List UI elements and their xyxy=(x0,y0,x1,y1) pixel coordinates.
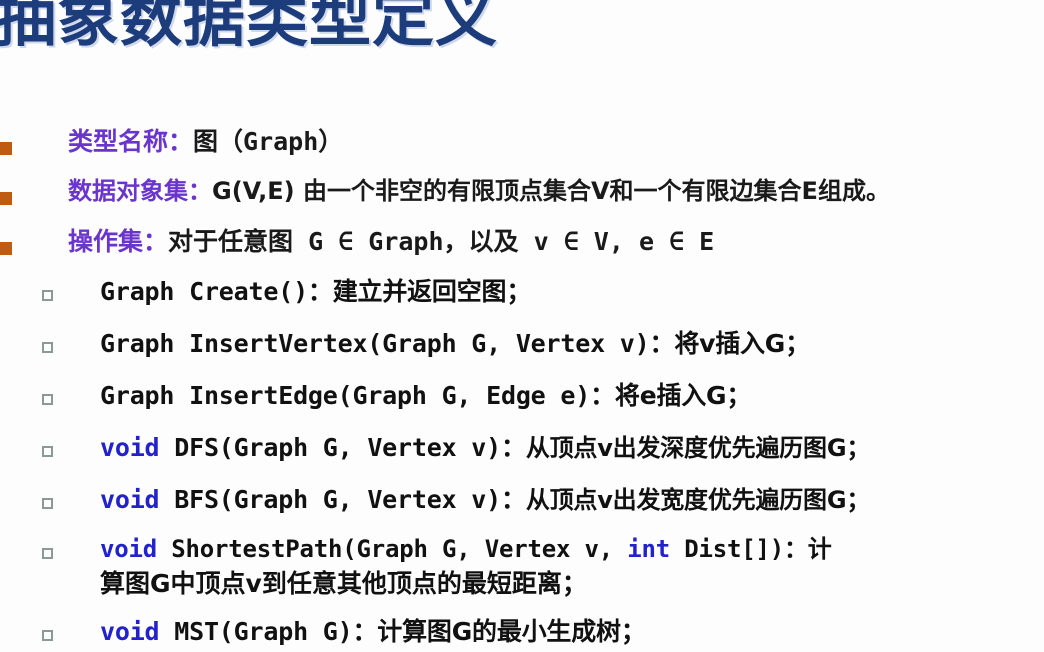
operation-text: void BFS(Graph G, Vertex v)：从顶点v出发宽度优先遍历… xyxy=(100,485,870,514)
operation-separator: ： xyxy=(649,329,675,358)
operation-row-insert-vertex: Graph InsertVertex(Graph G, Vertex v)：将v… xyxy=(0,330,810,358)
operation-text: Graph InsertEdge(Graph G, Edge e)：将e插入G； xyxy=(100,381,751,410)
operation-row-dfs: void DFS(Graph G, Vertex v)：从顶点v出发深度优先遍历… xyxy=(0,434,870,462)
operation-text: void ShortestPath(Graph G, Vertex v, int… xyxy=(100,535,832,563)
operation-signature: MST(Graph G) xyxy=(159,617,353,646)
operation-keyword: void xyxy=(100,617,160,646)
operation-description: 从顶点v出发深度优先遍历图G； xyxy=(525,434,871,462)
operation-description: 计 xyxy=(807,535,832,563)
operation-description: 将e插入G； xyxy=(614,381,752,410)
operation-keyword-int: int xyxy=(627,535,670,563)
hollow-square-bullet-icon xyxy=(42,446,53,457)
operation-row-bfs: void BFS(Graph G, Vertex v)：从顶点v出发宽度优先遍历… xyxy=(0,486,870,514)
bullet-text: 类型名称：图（Graph） xyxy=(68,128,343,156)
hollow-square-bullet-icon xyxy=(42,394,53,405)
bullet-value: G(V,E) 由一个非空的有限顶点集合V和一个有限边集合E组成。 xyxy=(212,177,890,205)
operation-text: Graph InsertVertex(Graph G, Vertex v)：将v… xyxy=(100,329,810,358)
operation-continuation: 算图G中顶点v到任意其他顶点的最短距离； xyxy=(100,569,587,598)
page-title: 抽象数据类型定义 xyxy=(0,0,499,55)
operation-separator: ： xyxy=(352,617,378,646)
operation-description: 从顶点v出发宽度优先遍历图G； xyxy=(525,486,871,514)
operation-description: 建立并返回空图； xyxy=(332,277,532,306)
slide-canvas: 抽象数据类型定义 类型名称：图（Graph） 数据对象集：G(V,E) 由一个非… xyxy=(0,0,1044,652)
operation-description: 将v插入G； xyxy=(674,329,810,358)
bullet-text: 数据对象集：G(V,E) 由一个非空的有限顶点集合V和一个有限边集合E组成。 xyxy=(68,178,890,204)
operation-keyword: void xyxy=(100,433,160,462)
operation-row-shortest-path: void ShortestPath(Graph G, Vertex v, int… xyxy=(0,536,832,563)
bullet-item-operation-set: 操作集：对于任意图 G ∈ Graph，以及 v ∈ V, e ∈ E xyxy=(0,228,714,256)
operation-row-shortest-path-continuation: 算图G中顶点v到任意其他顶点的最短距离； xyxy=(0,570,587,598)
bullet-label: 类型名称： xyxy=(68,127,194,156)
operation-separator: ： xyxy=(783,535,808,563)
operation-row-mst: void MST(Graph G)：计算图G的最小生成树； xyxy=(0,618,646,646)
bullet-label: 操作集： xyxy=(68,227,169,256)
operation-keyword: void xyxy=(100,535,157,563)
bullet-value: 图（Graph） xyxy=(193,127,344,156)
operation-keyword: void xyxy=(100,485,160,514)
square-bullet-icon xyxy=(0,142,12,155)
operation-separator: ： xyxy=(501,433,526,462)
operation-text: void MST(Graph G)：计算图G的最小生成树； xyxy=(100,617,646,646)
operation-description: 计算图G的最小生成树； xyxy=(377,617,646,646)
hollow-square-bullet-icon xyxy=(42,548,53,559)
operation-text: Graph Create()：建立并返回空图； xyxy=(100,277,531,306)
square-bullet-icon xyxy=(0,192,12,205)
bullet-item-type-name: 类型名称：图（Graph） xyxy=(0,128,343,156)
hollow-square-bullet-icon xyxy=(42,342,53,353)
operation-signature: ShortestPath(Graph G, Vertex v, xyxy=(157,535,628,563)
operation-row-insert-edge: Graph InsertEdge(Graph G, Edge e)：将e插入G； xyxy=(0,382,751,410)
operation-separator: ： xyxy=(590,381,615,410)
operation-signature: Graph Create() xyxy=(100,277,308,306)
hollow-square-bullet-icon xyxy=(42,290,53,301)
hollow-square-bullet-icon xyxy=(42,630,53,641)
bullet-label: 数据对象集： xyxy=(68,177,212,205)
operation-signature: Graph InsertEdge(Graph G, Edge e) xyxy=(100,381,591,410)
operation-signature: BFS(Graph G, Vertex v) xyxy=(159,485,501,514)
operation-signature: Graph InsertVertex(Graph G, Vertex v) xyxy=(100,329,650,358)
operation-row-create: Graph Create()：建立并返回空图； xyxy=(0,278,531,306)
operation-signature-2: Dist[]) xyxy=(669,535,784,563)
bullet-text: 操作集：对于任意图 G ∈ Graph，以及 v ∈ V, e ∈ E xyxy=(68,228,714,256)
operation-signature: DFS(Graph G, Vertex v) xyxy=(159,433,501,462)
operation-separator: ： xyxy=(501,485,526,514)
operation-separator: ： xyxy=(307,277,333,306)
bullet-item-data-object-set: 数据对象集：G(V,E) 由一个非空的有限顶点集合V和一个有限边集合E组成。 xyxy=(0,178,890,205)
operation-text: void DFS(Graph G, Vertex v)：从顶点v出发深度优先遍历… xyxy=(100,433,870,462)
hollow-square-bullet-icon xyxy=(42,498,53,509)
bullet-value: 对于任意图 G ∈ Graph，以及 v ∈ V, e ∈ E xyxy=(168,227,715,256)
square-bullet-icon xyxy=(0,242,12,255)
